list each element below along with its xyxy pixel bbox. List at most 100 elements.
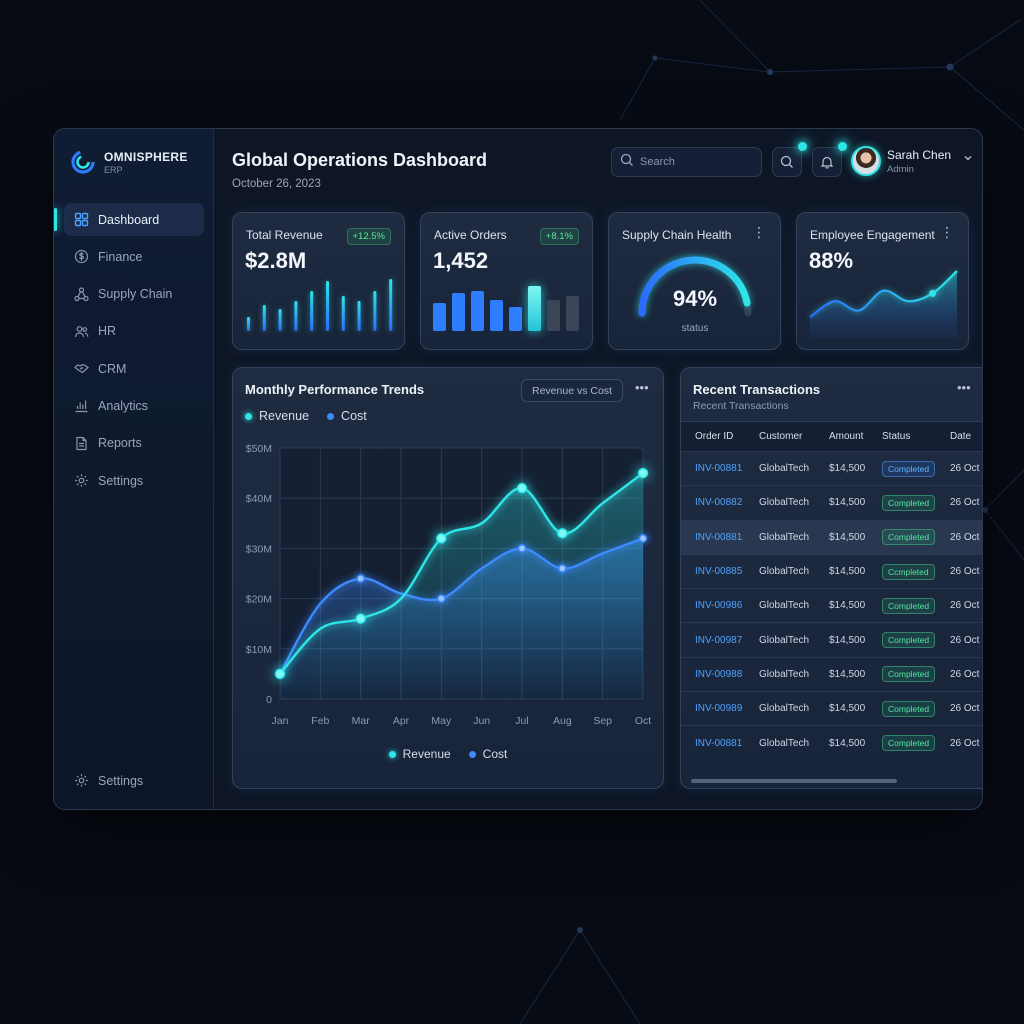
kpi-card-total-revenue[interactable]: Total Revenue +12.5% $2.8M <box>232 212 405 350</box>
customer-cell: GlobalTech <box>759 600 810 612</box>
date-cell: 26 Oct <box>950 737 980 749</box>
order-id-link[interactable]: INV-00988 <box>681 669 759 680</box>
transactions-table: Order ID Customer Amount Status Date INV… <box>681 421 982 760</box>
status-badge: Completed <box>882 666 936 683</box>
grid-icon <box>74 212 89 227</box>
data-point-cost[interactable] <box>437 594 446 603</box>
spark-bar <box>452 293 465 331</box>
notification-dot <box>798 142 807 151</box>
table-header-row: Order ID Customer Amount Status Date <box>681 421 982 451</box>
data-point-revenue[interactable] <box>637 467 649 479</box>
horizontal-scrollbar[interactable] <box>691 779 897 783</box>
user-menu[interactable]: Sarah Chen Admin <box>851 146 973 176</box>
kpi-card-employee-engagement[interactable]: Employee Engagement ⋮ 88% <box>796 212 969 350</box>
search-input[interactable] <box>640 156 750 168</box>
order-id-link[interactable]: INV-00882 <box>681 497 759 508</box>
spark-bar <box>547 300 560 331</box>
performance-line-chart: 0 $10M $20M $30M $40M $50M Jan Feb Mar Apr May Jun J… <box>246 443 652 727</box>
sidebar-item-settings-bottom[interactable]: Settings <box>64 764 204 797</box>
status-cell: Completed <box>882 735 950 752</box>
date-cell: 26 Oct <box>950 566 980 578</box>
table-row[interactable]: INV-00881 GlobalTech $14,500 Completed 26 Oc… <box>681 519 982 554</box>
y-tick-label: $20M <box>246 594 272 606</box>
spark-bar <box>247 317 250 331</box>
table-row[interactable]: INV-00989 GlobalTech $14,500 Completed 26 Oc… <box>681 691 982 725</box>
data-point-cost[interactable] <box>638 534 648 543</box>
table-row[interactable]: INV-00988 GlobalTech $14,500 Completed 26 Oc… <box>681 656 982 691</box>
recent-transactions-panel: Recent Transactions Recent Transactions … <box>680 367 982 789</box>
data-point-revenue[interactable] <box>516 482 528 494</box>
kpi-card-active-orders[interactable]: Active Orders +8.1% 1,452 <box>420 212 593 350</box>
table-row[interactable]: INV-00882 GlobalTech $14,500 Completed 26 Oc… <box>681 485 982 519</box>
table-row[interactable]: INV-00881 GlobalTech $14,500 Completed 26 Oc… <box>681 451 982 485</box>
health-gauge: 94% status <box>638 256 752 334</box>
panel-subtitle: Recent Transactions <box>693 400 789 412</box>
column-header[interactable]: Date <box>950 431 971 442</box>
search-box[interactable] <box>611 147 762 177</box>
column-header[interactable]: Status <box>882 431 950 442</box>
kpi-card-supply-chain-health[interactable]: Supply Chain Health ⋮ 94% status <box>608 212 781 350</box>
table-row[interactable]: INV-00987 GlobalTech $14,500 Completed 26 Oc… <box>681 622 982 656</box>
spark-bar <box>471 291 484 331</box>
status-cell: Completed <box>882 494 950 511</box>
data-point-revenue[interactable] <box>355 613 366 624</box>
date-cell: 26 Oct <box>950 703 980 715</box>
data-point-cost[interactable] <box>517 544 527 553</box>
data-point-revenue[interactable] <box>436 533 447 544</box>
amount-cell: $14,500 <box>829 668 866 680</box>
app-window: OMNISPHERE ERP Dashboard Finance Supply … <box>53 128 983 810</box>
status-badge: Completed <box>882 460 936 477</box>
search-button[interactable] <box>772 142 807 177</box>
status-cell: Ccmpleted <box>882 563 950 580</box>
column-header[interactable]: Amount <box>829 431 882 442</box>
sidebar-item-analytics[interactable]: Analytics <box>64 389 204 422</box>
sidebar-item-dashboard[interactable]: Dashboard <box>54 203 204 236</box>
notifications-button[interactable] <box>812 142 847 177</box>
table-row[interactable]: INV-00885 GlobalTech $14,500 Ccmpleted 26 Oc… <box>681 553 982 588</box>
sidebar-item-hr[interactable]: HR <box>64 315 204 348</box>
sidebar-item-label: Supply Chain <box>98 287 173 302</box>
avatar <box>851 146 881 176</box>
column-header[interactable]: Customer <box>759 431 829 442</box>
table-row[interactable]: INV-00986 GlobalTech $14,500 Completed 26 Oc… <box>681 588 982 622</box>
spark-bar <box>294 301 298 331</box>
order-id-link[interactable]: INV-00881 <box>681 463 759 474</box>
table-row[interactable]: INV-00881 GlobalTech $14,500 Completed 26 Oc… <box>681 725 982 759</box>
x-tick-label: Sep <box>593 715 612 727</box>
sidebar-item-supply-chain[interactable]: Supply Chain <box>64 278 204 311</box>
legend-label: Revenue <box>402 747 451 761</box>
sidebar-item-finance[interactable]: Finance <box>64 240 204 273</box>
status-cell: Completed <box>882 700 950 717</box>
search-icon <box>780 155 793 168</box>
amount-cell: $14,500 <box>829 634 866 646</box>
spark-bar <box>509 307 522 331</box>
order-id-link[interactable]: INV-00881 <box>681 738 759 749</box>
monthly-performance-panel: Monthly Performance Trends Revenue vs Co… <box>232 367 664 789</box>
status-cell: Completed <box>882 666 950 683</box>
data-point-revenue[interactable] <box>557 528 568 539</box>
data-point-cost[interactable] <box>356 574 365 583</box>
data-point-revenue[interactable] <box>274 668 286 680</box>
customer-cell: GlobalTech <box>759 497 810 509</box>
order-id-link[interactable]: INV-00881 <box>681 532 759 543</box>
order-id-link[interactable]: INV-00989 <box>681 703 759 714</box>
column-header[interactable]: Order ID <box>681 431 759 442</box>
order-id-link[interactable]: INV-00885 <box>681 566 759 577</box>
data-point-cost[interactable] <box>558 564 567 573</box>
bar-chart-icon <box>74 398 89 413</box>
amount-cell: $14,500 <box>829 497 866 509</box>
legend-item-revenue[interactable]: Revenue <box>388 747 451 761</box>
sidebar-item-crm[interactable]: CRM <box>64 352 204 385</box>
dollar-circle-icon <box>74 249 89 264</box>
sidebar-item-label: Finance <box>98 249 143 264</box>
sidebar-item-settings[interactable]: Settings <box>64 464 204 497</box>
more-horizontal-icon[interactable]: ••• <box>957 380 971 395</box>
sidebar-item-reports[interactable]: Reports <box>64 427 204 460</box>
y-tick-label: $10M <box>246 644 272 656</box>
order-id-link[interactable]: INV-00986 <box>681 600 759 611</box>
legend-item-cost[interactable]: Cost <box>468 747 507 761</box>
gear-icon <box>74 773 89 788</box>
status-badge: Ccmpleted <box>882 563 935 580</box>
brand-logo[interactable]: OMNISPHERE ERP <box>70 149 188 175</box>
order-id-link[interactable]: INV-00987 <box>681 635 759 646</box>
